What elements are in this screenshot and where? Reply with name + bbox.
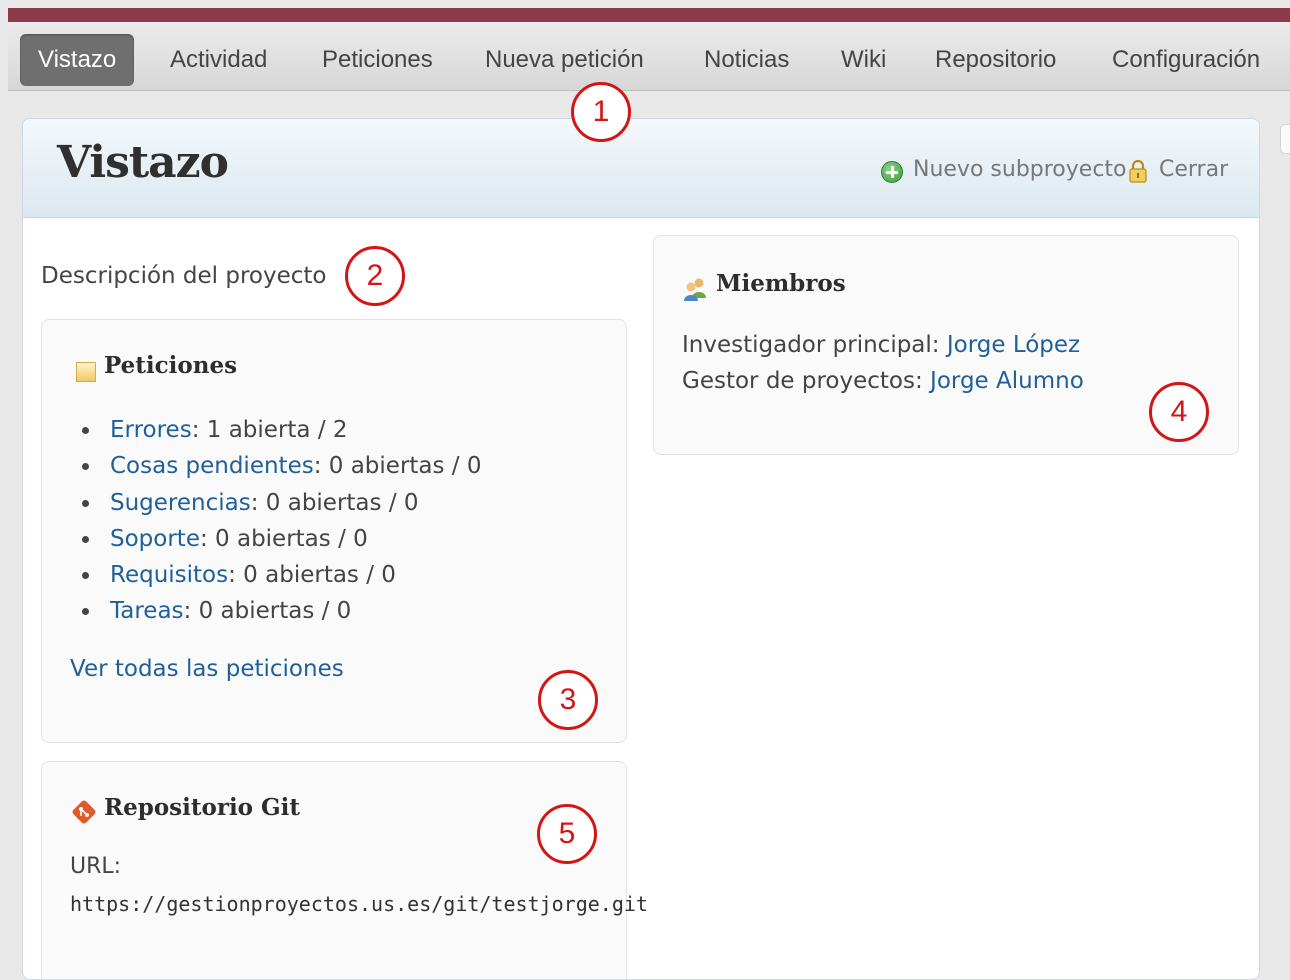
issues-icon xyxy=(76,362,96,382)
sidebar-toggle[interactable] xyxy=(1280,124,1290,154)
member-role: Investigador principal: xyxy=(682,332,947,358)
tab-new-issue[interactable]: Nueva petición xyxy=(485,34,644,86)
repository-title: Repositorio Git xyxy=(104,794,301,821)
tracker-counts: : 0 abiertas / 0 xyxy=(313,453,482,480)
list-item: Errores: 1 abierta / 2 xyxy=(82,412,482,448)
issues-title: Peticiones xyxy=(104,352,238,379)
tab-issues[interactable]: Peticiones xyxy=(322,34,433,86)
callout-4: 4 xyxy=(1149,382,1209,442)
members-title: Miembros xyxy=(716,270,846,297)
tracker-counts: : 1 abierta / 2 xyxy=(191,417,348,443)
page-header: Vistazo Nuevo subproyecto Cerrar xyxy=(23,119,1259,218)
member-link[interactable]: Jorge Alumno xyxy=(930,368,1084,394)
tab-repository[interactable]: Repositorio xyxy=(935,34,1056,86)
members-icon xyxy=(684,278,706,301)
page-title: Vistazo xyxy=(57,137,229,188)
list-item: Requisitos: 0 abiertas / 0 xyxy=(82,557,482,593)
member-link[interactable]: Jorge López xyxy=(947,332,1080,358)
view-all-issues-link[interactable]: Ver todas las peticiones xyxy=(70,656,344,682)
tracker-link-suggestions[interactable]: Sugerencias xyxy=(110,490,251,516)
tracker-link-bugs[interactable]: Errores xyxy=(110,417,192,443)
tracker-link-tasks[interactable]: Tareas xyxy=(110,598,184,624)
list-item: Soporte: 0 abiertas / 0 xyxy=(82,521,482,557)
callout-1: 1 xyxy=(571,82,631,142)
url-label: URL: xyxy=(70,854,122,879)
main-menu: Vistazo Actividad Peticiones Nueva petic… xyxy=(8,22,1290,91)
new-subproject-link[interactable]: Nuevo subproyecto xyxy=(913,157,1127,182)
tab-news[interactable]: Noticias xyxy=(704,34,789,86)
git-icon xyxy=(72,800,96,824)
list-item: Tareas: 0 abiertas / 0 xyxy=(82,593,482,629)
tracker-counts: : 0 abiertas / 0 xyxy=(228,562,396,589)
add-icon xyxy=(881,161,903,183)
list-item: Cosas pendientes: 0 abiertas / 0 xyxy=(82,448,482,484)
top-accent-bar xyxy=(8,8,1290,22)
content-panel: Vistazo Nuevo subproyecto Cerrar Descrip… xyxy=(22,118,1260,980)
tracker-link-requirements[interactable]: Requisitos xyxy=(110,562,228,588)
member-row: Gestor de proyectos: Jorge Alumno xyxy=(682,368,1084,394)
member-row: Investigador principal: Jorge López xyxy=(682,332,1080,358)
issues-box: Peticiones Errores: 1 abierta / 2 Cosas … xyxy=(41,319,627,743)
lock-icon xyxy=(1129,159,1147,183)
callout-2: 2 xyxy=(345,246,405,306)
tab-overview[interactable]: Vistazo xyxy=(20,34,135,86)
callout-3: 3 xyxy=(538,670,598,730)
tab-activity[interactable]: Actividad xyxy=(170,34,267,86)
tracker-link-support[interactable]: Soporte xyxy=(110,526,200,552)
tracker-counts: : 0 abiertas / 0 xyxy=(199,525,368,552)
repository-url: https://gestionproyectos.us.es/git/testj… xyxy=(70,892,648,916)
callout-5: 5 xyxy=(537,804,597,864)
tab-wiki[interactable]: Wiki xyxy=(841,34,886,86)
tracker-counts: : 0 abiertas / 0 xyxy=(183,598,352,625)
issues-list: Errores: 1 abierta / 2 Cosas pendientes:… xyxy=(82,412,482,630)
member-role: Gestor de proyectos: xyxy=(682,368,931,394)
project-description: Descripción del proyecto xyxy=(41,263,327,289)
list-item: Sugerencias: 0 abiertas / 0 xyxy=(82,485,482,521)
tracker-counts: : 0 abiertas / 0 xyxy=(250,489,419,516)
tracker-link-pending[interactable]: Cosas pendientes xyxy=(110,453,314,479)
repository-box: Repositorio Git URL: https://gestionproy… xyxy=(41,761,648,979)
tab-settings[interactable]: Configuración xyxy=(1112,34,1260,86)
close-project-link[interactable]: Cerrar xyxy=(1159,157,1228,182)
